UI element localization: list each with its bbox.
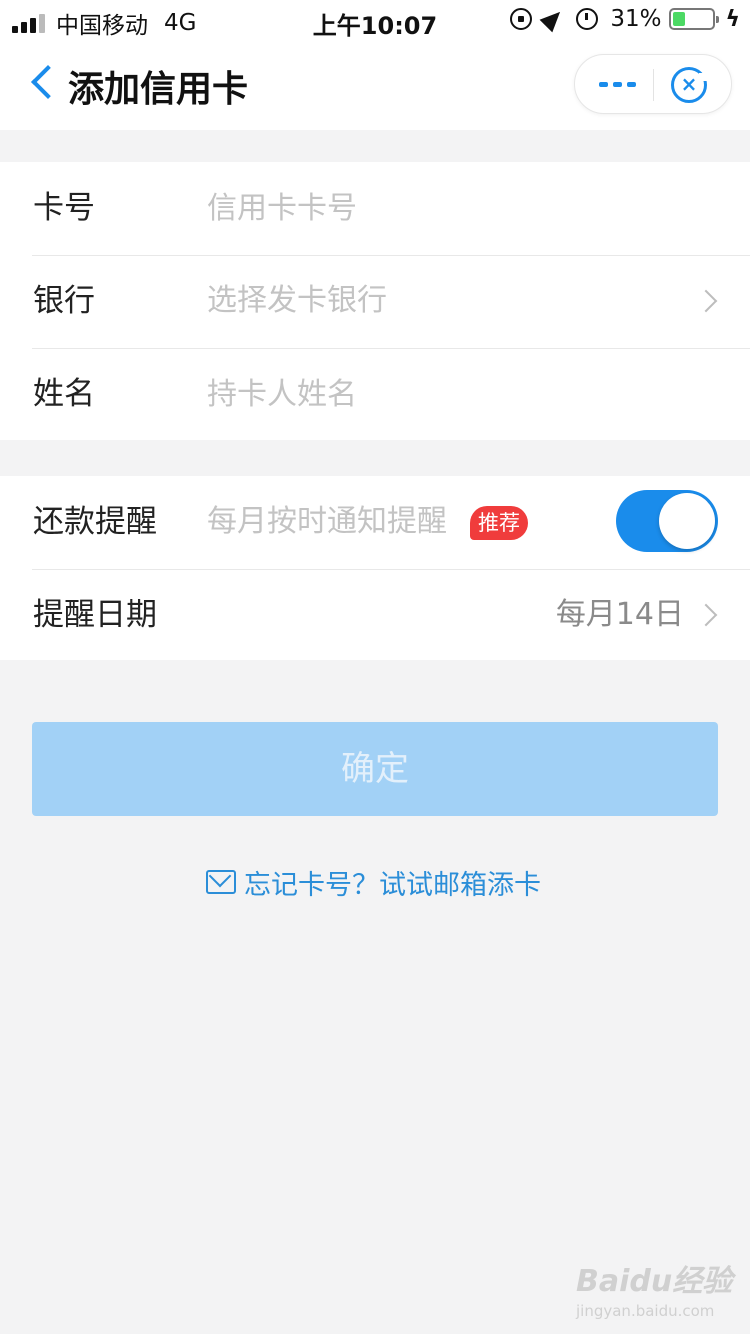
page-title: 添加信用卡: [68, 69, 249, 110]
status-bar: 中国移动 4G 上午10:07 31% ϟ: [0, 0, 750, 40]
rotation-lock-icon: [510, 8, 533, 30]
bank-select-placeholder[interactable]: 选择发卡银行: [207, 255, 387, 347]
name-label: 姓名: [33, 376, 95, 412]
email-link-text[interactable]: 忘记卡号？试试邮箱添卡: [244, 863, 541, 902]
reminder-hint: 每月按时通知提醒: [207, 504, 447, 539]
reminder-label: 还款提醒: [33, 504, 157, 540]
reminder-date-label: 提醒日期: [33, 597, 157, 633]
card-number-row: 卡号: [0, 162, 750, 255]
reminder-row: 还款提醒 每月按时通知提醒 推荐: [0, 476, 750, 569]
confirm-button[interactable]: 确定: [32, 722, 718, 816]
status-right: 31% ϟ: [510, 5, 740, 33]
location-icon: [539, 5, 567, 33]
baidu-watermark: Baidu经验 jingyan.baidu.com: [576, 1256, 732, 1320]
charging-icon: ϟ: [725, 6, 740, 32]
reminder-date-row[interactable]: 提醒日期 每月14日: [0, 569, 750, 662]
battery-percent: 31%: [610, 6, 662, 32]
recommend-badge: 推荐: [470, 506, 528, 540]
bank-label: 银行: [33, 283, 95, 319]
capsule-divider: [653, 69, 654, 101]
cardholder-name-input[interactable]: [207, 370, 677, 418]
reminder-group: 还款提醒 每月按时通知提醒 推荐 提醒日期 每月14日: [0, 476, 750, 660]
name-row: 姓名: [0, 348, 750, 441]
bank-row[interactable]: 银行 选择发卡银行: [0, 255, 750, 348]
mail-icon: [206, 870, 236, 894]
close-circle-icon[interactable]: ×: [671, 67, 707, 103]
toggle-knob: [659, 493, 715, 549]
nav-bar: 添加信用卡 ×: [0, 40, 750, 130]
email-add-card-link[interactable]: 忘记卡号？试试邮箱添卡: [206, 862, 541, 902]
watermark-logo: Baidu经验: [576, 1264, 733, 1299]
alarm-icon: [576, 8, 599, 30]
card-info-group: 卡号 银行 选择发卡银行 姓名: [0, 162, 750, 440]
chevron-right-icon: [694, 289, 718, 313]
reminder-toggle[interactable]: [616, 490, 718, 552]
battery-icon: [669, 8, 720, 30]
battery-level: [673, 12, 686, 26]
card-number-input[interactable]: [207, 184, 677, 232]
watermark-url: jingyan.baidu.com: [576, 1302, 715, 1320]
chevron-right-icon: [694, 603, 718, 627]
more-dots-icon[interactable]: [599, 82, 641, 87]
mini-program-capsule: ×: [574, 54, 732, 114]
back-chevron-icon[interactable]: [31, 65, 65, 99]
reminder-date-value: 每月14日: [555, 597, 684, 632]
card-number-label: 卡号: [33, 190, 95, 226]
